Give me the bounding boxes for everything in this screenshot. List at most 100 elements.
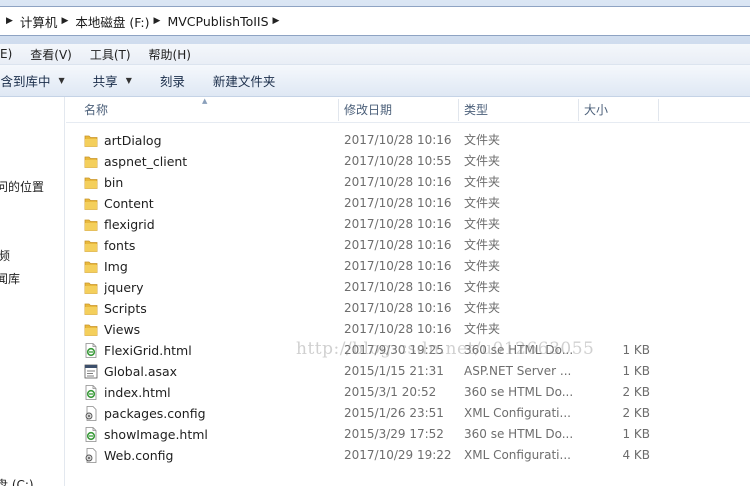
file-type: 360 se HTML Do... — [464, 343, 574, 357]
file-date: 2017/10/29 19:22 — [344, 448, 452, 462]
chevron-right-icon[interactable]: ▶ — [6, 16, 13, 26]
file-name: showImage.html — [104, 427, 208, 442]
file-type: 文件夹 — [464, 175, 501, 189]
file-row[interactable]: Scripts 2017/10/28 10:16 文件夹 — [66, 298, 750, 319]
menu-view[interactable]: 查看(V) — [22, 46, 82, 63]
chevron-right-icon[interactable]: ▶ — [273, 16, 280, 26]
file-name: fonts — [104, 238, 136, 253]
nav-item-recent-places[interactable]: 问的位置 — [0, 178, 44, 195]
file-size: 4 KB — [622, 448, 650, 462]
folder-icon — [84, 196, 98, 211]
file-size: 1 KB — [622, 364, 650, 378]
file-row[interactable]: jquery 2017/10/28 10:16 文件夹 — [66, 277, 750, 298]
config-file-icon — [84, 448, 98, 463]
share-label: 共享 — [92, 74, 118, 89]
file-name: artDialog — [104, 133, 162, 148]
file-size — [578, 214, 650, 235]
file-date: 2015/3/1 20:52 — [344, 385, 437, 399]
file-type: 文件夹 — [464, 301, 501, 315]
menu-tools[interactable]: 工具(T) — [82, 46, 141, 63]
file-row[interactable]: Global.asax 2015/1/15 21:31 ASP.NET Server… — [66, 361, 750, 382]
file-size: 1 KB — [622, 343, 650, 357]
column-header-name[interactable]: 名称 — [78, 97, 338, 123]
file-type: 文件夹 — [464, 280, 501, 294]
file-row[interactable]: Web.config 2017/10/29 19:22 XML Configurat… — [66, 445, 750, 466]
file-list-pane: ▲ 名称 修改日期 类型 大小 artDialog 2017/10/28 10:1… — [66, 97, 750, 486]
file-type: 360 se HTML Do... — [464, 385, 574, 399]
folder-icon — [84, 301, 98, 316]
file-row[interactable]: FlexiGrid.html 2017/9/30 19:25 360 se HTML… — [66, 340, 750, 361]
burn-button[interactable]: 刻录 — [160, 71, 185, 90]
file-type: XML Configurati... — [464, 406, 571, 420]
file-name: Scripts — [104, 301, 147, 316]
file-size — [578, 193, 650, 214]
folder-icon — [84, 238, 98, 253]
file-date: 2017/10/28 10:16 — [344, 259, 452, 273]
file-type: XML Configurati... — [464, 448, 571, 462]
breadcrumb-item-computer[interactable]: 计算机 — [20, 12, 58, 31]
file-type: 文件夹 — [464, 259, 501, 273]
file-name: Content — [104, 196, 154, 211]
html-file-icon — [84, 343, 98, 358]
file-size — [578, 298, 650, 319]
new-folder-label: 新建文件夹 — [212, 74, 276, 89]
menu-help[interactable]: 帮助(H) — [141, 46, 201, 63]
folder-icon — [84, 217, 98, 232]
folder-icon — [84, 133, 98, 148]
html-file-icon — [84, 385, 98, 400]
file-date: 2015/3/29 17:52 — [344, 427, 444, 441]
file-row[interactable]: fonts 2017/10/28 10:16 文件夹 — [66, 235, 750, 256]
file-name: bin — [104, 175, 124, 190]
file-row[interactable]: Img 2017/10/28 10:16 文件夹 — [66, 256, 750, 277]
file-row[interactable]: flexigrid 2017/10/28 10:16 文件夹 — [66, 214, 750, 235]
file-name: Views — [104, 322, 141, 337]
file-row[interactable]: showImage.html 2015/3/29 17:52 360 se HTML… — [66, 424, 750, 445]
file-size — [578, 130, 650, 151]
chevron-right-icon[interactable]: ▶ — [154, 16, 161, 26]
chevron-right-icon[interactable]: ▶ — [61, 16, 68, 26]
column-header-size[interactable]: 大小 — [578, 97, 658, 123]
file-row[interactable]: Content 2017/10/28 10:16 文件夹 — [66, 193, 750, 214]
breadcrumb-item-drive[interactable]: 本地磁盘 (F:) — [75, 12, 149, 31]
folder-icon — [84, 280, 98, 295]
nav-item-videos[interactable]: 频 — [0, 247, 10, 264]
file-type: 文件夹 — [464, 133, 501, 147]
file-name: index.html — [104, 385, 171, 400]
caret-down-icon: ▼ — [125, 76, 132, 85]
file-name: aspnet_client — [104, 154, 188, 169]
nav-item-music[interactable]: 闻库 — [0, 270, 20, 287]
file-date: 2017/10/28 10:16 — [344, 322, 452, 336]
column-header-type[interactable]: 类型 — [458, 97, 578, 123]
file-size: 2 KB — [622, 406, 650, 420]
new-folder-button[interactable]: 新建文件夹 — [213, 71, 276, 90]
file-date: 2015/1/15 21:31 — [344, 364, 444, 378]
navigation-pane: 问的位置 频 闻库 盘 (C:) — [0, 97, 65, 486]
file-row[interactable]: artDialog 2017/10/28 10:16 文件夹 — [66, 130, 750, 151]
breadcrumb-item-folder[interactable]: MVCPublishToIIS — [167, 14, 268, 29]
file-row[interactable]: aspnet_client 2017/10/28 10:55 文件夹 — [66, 151, 750, 172]
nav-item-local-disk-c[interactable]: 盘 (C:) — [0, 476, 34, 486]
file-row[interactable]: index.html 2015/3/1 20:52 360 se HTML Do..… — [66, 382, 750, 403]
file-row[interactable]: packages.config 2015/1/26 23:51 XML Config… — [66, 403, 750, 424]
column-header-row: ▲ 名称 修改日期 类型 大小 — [66, 97, 750, 123]
file-size — [578, 151, 650, 172]
file-name: Web.config — [104, 448, 174, 463]
column-header-date[interactable]: 修改日期 — [338, 97, 458, 123]
menu-edit[interactable]: E) — [0, 47, 22, 61]
file-date: 2017/10/28 10:16 — [344, 196, 452, 210]
include-in-library-button[interactable]: 包含到库中 ▼ — [0, 71, 65, 90]
caret-down-icon: ▼ — [58, 76, 65, 85]
file-row[interactable]: bin 2017/10/28 10:16 文件夹 — [66, 172, 750, 193]
breadcrumb[interactable]: ▶ 计算机 ▶ 本地磁盘 (F:) ▶ MVCPublishToIIS ▶ — [0, 6, 750, 36]
file-row[interactable]: Views 2017/10/28 10:16 文件夹 — [66, 319, 750, 340]
file-date: 2017/10/28 10:16 — [344, 217, 452, 231]
file-type: 360 se HTML Do... — [464, 427, 574, 441]
share-button[interactable]: 共享 ▼ — [93, 71, 132, 90]
file-date: 2017/10/28 10:16 — [344, 301, 452, 315]
file-type: 文件夹 — [464, 217, 501, 231]
file-date: 2017/10/28 10:16 — [344, 280, 452, 294]
file-size — [578, 235, 650, 256]
column-divider[interactable] — [658, 99, 659, 121]
asax-file-icon — [84, 364, 98, 379]
file-size: 2 KB — [622, 385, 650, 399]
